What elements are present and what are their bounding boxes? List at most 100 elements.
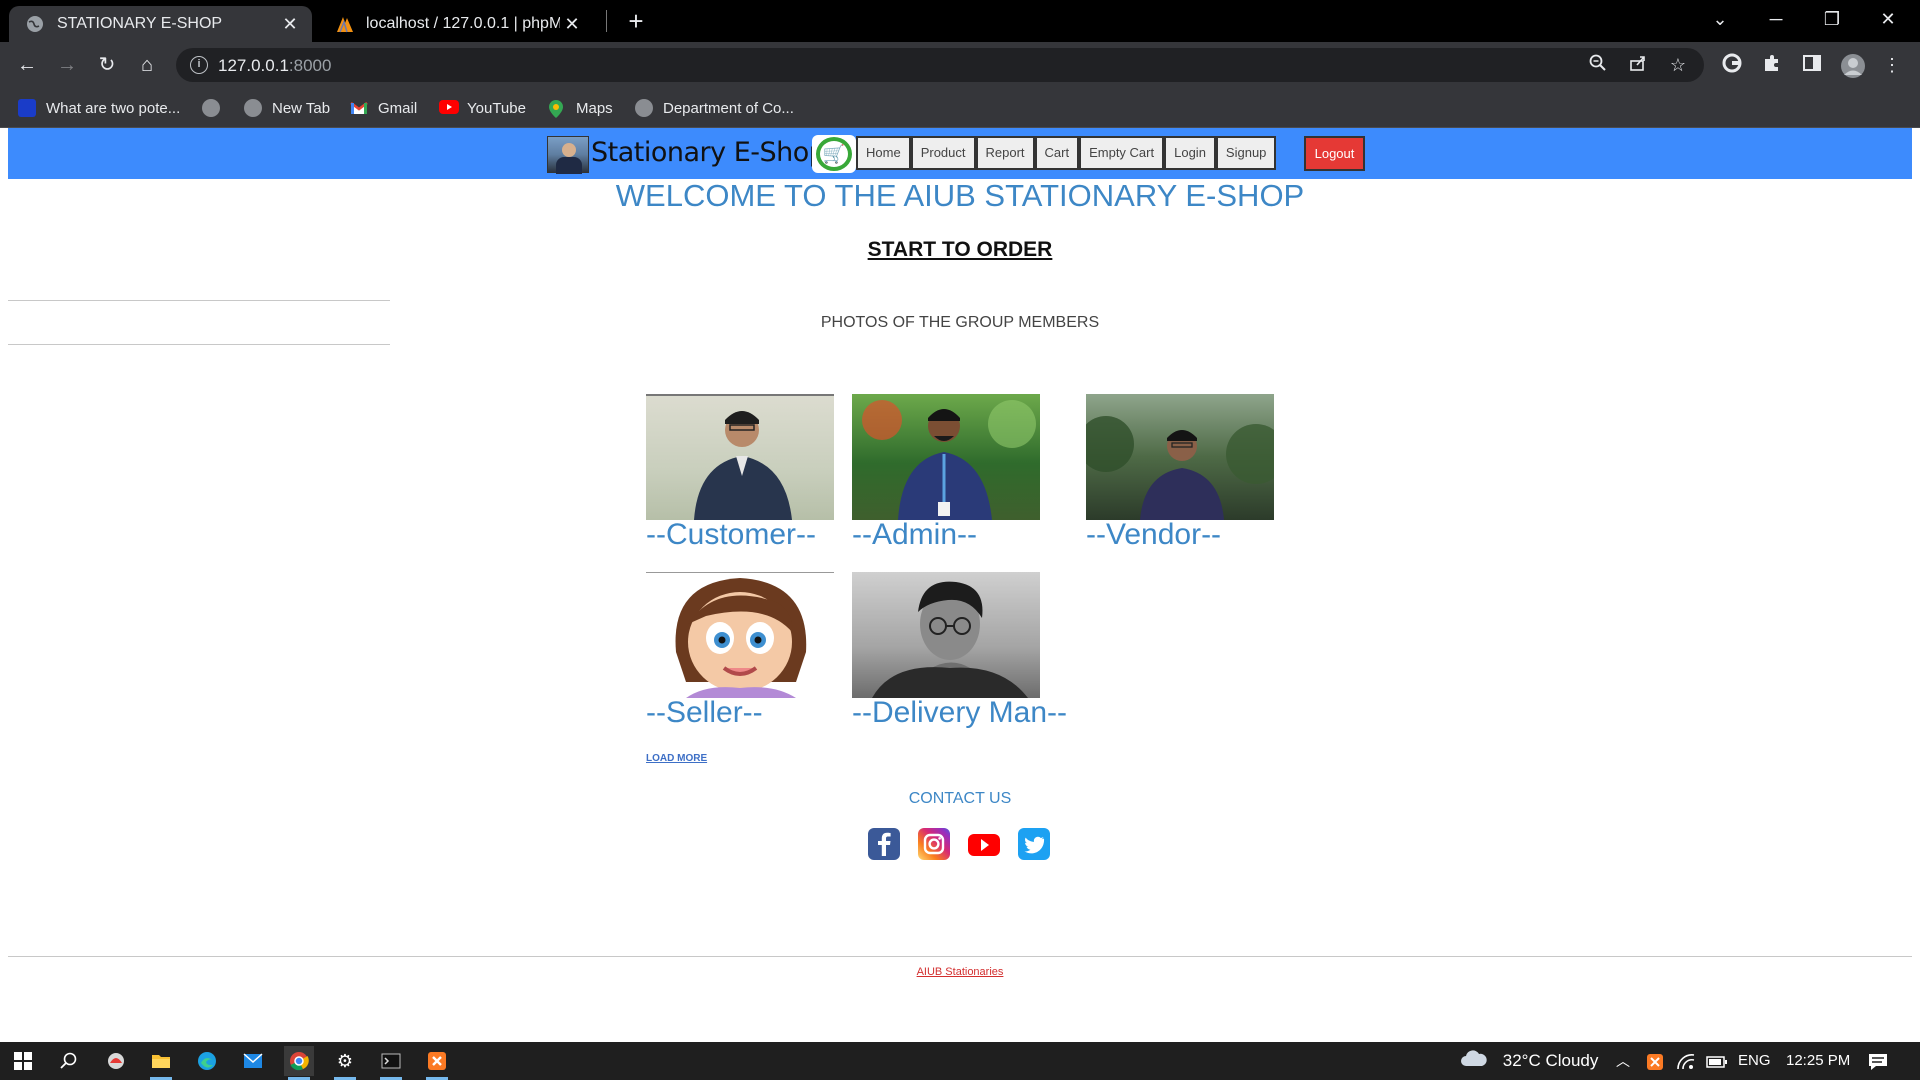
tab-phpmyadmin[interactable]: localhost / 127.0.0.1 | phpMyAdm ✕	[318, 6, 594, 42]
facebook-icon[interactable]	[868, 828, 900, 860]
restore-icon[interactable]: ❐	[1804, 0, 1860, 40]
divider	[8, 344, 390, 345]
battery-icon[interactable]	[1706, 1042, 1728, 1080]
nav-buttons: Home Product Report Cart Empty Cart Logi…	[856, 136, 1277, 170]
extensions-puzzle-icon[interactable]	[1760, 53, 1784, 77]
globe-icon	[244, 99, 262, 117]
phpmyadmin-icon	[335, 15, 353, 33]
logout-button[interactable]: Logout	[1304, 136, 1365, 171]
mail-icon[interactable]	[238, 1046, 268, 1076]
member-caption: --Admin--	[852, 518, 977, 551]
divider	[8, 300, 390, 301]
language-indicator[interactable]: ENG	[1738, 1042, 1771, 1080]
nav-product-button[interactable]: Product	[910, 136, 976, 170]
zoom-icon[interactable]	[1586, 54, 1610, 78]
weather-widget[interactable]: 32°C Cloudy	[1460, 1042, 1598, 1080]
xampp-icon[interactable]	[422, 1046, 452, 1080]
tab-stationary-eshop[interactable]: STATIONARY E-SHOP ✕	[9, 6, 312, 42]
file-explorer-icon[interactable]	[146, 1046, 176, 1080]
chrome-menu-icon[interactable]: ⋮	[1880, 53, 1904, 77]
vendor-photo	[1086, 394, 1274, 520]
browser-tab-strip: STATIONARY E-SHOP ✕ localhost / 127.0.0.…	[0, 0, 1920, 42]
reload-icon[interactable]: ↻	[92, 50, 122, 80]
back-icon[interactable]: ←	[12, 50, 42, 80]
clock[interactable]: 12:25 PM	[1786, 1042, 1850, 1080]
edge-icon[interactable]	[192, 1046, 222, 1076]
bookmark-item[interactable]: Maps	[548, 96, 613, 120]
bookmark-item[interactable]: Gmail	[350, 96, 417, 120]
site-info-icon[interactable]: i	[190, 56, 208, 74]
delivery-man-photo	[852, 572, 1040, 698]
member-caption: --Delivery Man--	[852, 696, 1068, 729]
instagram-icon[interactable]	[918, 828, 950, 860]
chrome-icon[interactable]	[284, 1046, 314, 1080]
cloud-icon	[1460, 1043, 1488, 1081]
terminal-icon[interactable]	[376, 1046, 406, 1080]
share-icon[interactable]	[1626, 54, 1650, 78]
seller-photo	[646, 572, 834, 698]
twitter-icon[interactable]	[1018, 828, 1050, 860]
browser-toolbar: ← → ↻ ⌂ i 127.0.0.1:8000 ☆ ⋮	[0, 42, 1920, 88]
wifi-icon[interactable]	[1676, 1042, 1696, 1080]
social-links	[868, 828, 1050, 860]
cart-logo-icon[interactable]: 🛒	[812, 135, 856, 173]
member-caption: --Vendor--	[1086, 518, 1222, 551]
xampp-tray-icon[interactable]	[1646, 1042, 1664, 1080]
profile-avatar[interactable]	[1840, 53, 1865, 78]
address-bar[interactable]: i 127.0.0.1:8000 ☆	[176, 48, 1704, 82]
footer-aiub-link[interactable]: AIUB Stationaries	[917, 966, 1004, 978]
bookmark-label: What are two pote...	[46, 99, 181, 117]
windows-start-icon[interactable]	[8, 1046, 38, 1076]
nav-home-button[interactable]: Home	[856, 136, 911, 170]
bookmark-label: New Tab	[272, 99, 331, 117]
brand-logo-image	[547, 136, 589, 174]
bookmark-label: YouTube	[467, 99, 526, 117]
close-tab-icon[interactable]: ✕	[278, 14, 302, 35]
start-order-container: START TO ORDER	[0, 238, 1920, 262]
home-icon[interactable]: ⌂	[132, 50, 162, 80]
bookmark-item[interactable]: What are two pote...	[18, 96, 180, 120]
close-window-icon[interactable]: ✕	[1860, 0, 1916, 40]
close-tab-icon[interactable]: ✕	[560, 14, 584, 35]
globe-icon	[635, 99, 653, 117]
nav-cart-button[interactable]: Cart	[1034, 136, 1080, 170]
show-hidden-icons-chevron-icon[interactable]: ︿	[1616, 1042, 1630, 1080]
weather-text: 32°C Cloudy	[1502, 1051, 1599, 1070]
forward-icon[interactable]: →	[52, 50, 82, 80]
bookmark-label: Maps	[576, 99, 613, 117]
globe-icon	[26, 15, 44, 33]
nav-signup-button[interactable]: Signup	[1215, 136, 1277, 170]
new-tab-icon[interactable]: +	[620, 6, 652, 38]
footer: AIUB Stationaries	[0, 966, 1920, 978]
customer-photo	[646, 394, 834, 520]
load-more-link[interactable]: LOAD MORE	[646, 753, 707, 764]
side-panel-icon[interactable]	[1800, 53, 1824, 77]
maps-icon	[548, 99, 566, 118]
brand-title[interactable]: Stationary E-Shop	[591, 137, 826, 168]
tab-search-chevron-icon[interactable]: ⌄	[1692, 0, 1748, 40]
contact-us-heading: CONTACT US	[908, 790, 1012, 807]
nav-login-button[interactable]: Login	[1164, 136, 1216, 170]
bookmark-item[interactable]: Department of Co...	[635, 96, 794, 120]
start-order-link[interactable]: START TO ORDER	[868, 238, 1053, 261]
notifications-icon[interactable]	[1868, 1042, 1888, 1080]
bookmark-item[interactable]	[202, 96, 220, 120]
bookmark-star-icon[interactable]: ☆	[1666, 54, 1690, 78]
globe-icon	[202, 99, 220, 117]
minimize-icon[interactable]: ─	[1748, 0, 1804, 40]
nav-empty-cart-button[interactable]: Empty Cart	[1079, 136, 1165, 170]
welcome-heading: WELCOME TO THE AIUB STATIONARY E-SHOP	[615, 178, 1305, 213]
member-caption: --Customer--	[646, 518, 816, 551]
windows-taskbar: ⚙ 32°C Cloudy ︿ ENG 12:25 PM	[0, 1042, 1920, 1080]
youtube-icon[interactable]	[968, 828, 1000, 860]
gmail-icon	[350, 99, 368, 117]
search-icon[interactable]	[54, 1046, 84, 1076]
url-text[interactable]: 127.0.0.1:8000	[218, 56, 331, 76]
extension-g-icon[interactable]	[1720, 53, 1744, 77]
nav-report-button[interactable]: Report	[975, 136, 1035, 170]
bookmark-item[interactable]: YouTube	[439, 96, 526, 120]
settings-gear-icon[interactable]: ⚙	[330, 1046, 360, 1080]
bookmark-item[interactable]: New Tab	[244, 96, 330, 120]
app-icon-red[interactable]	[101, 1046, 131, 1076]
footer-divider	[8, 956, 1912, 957]
